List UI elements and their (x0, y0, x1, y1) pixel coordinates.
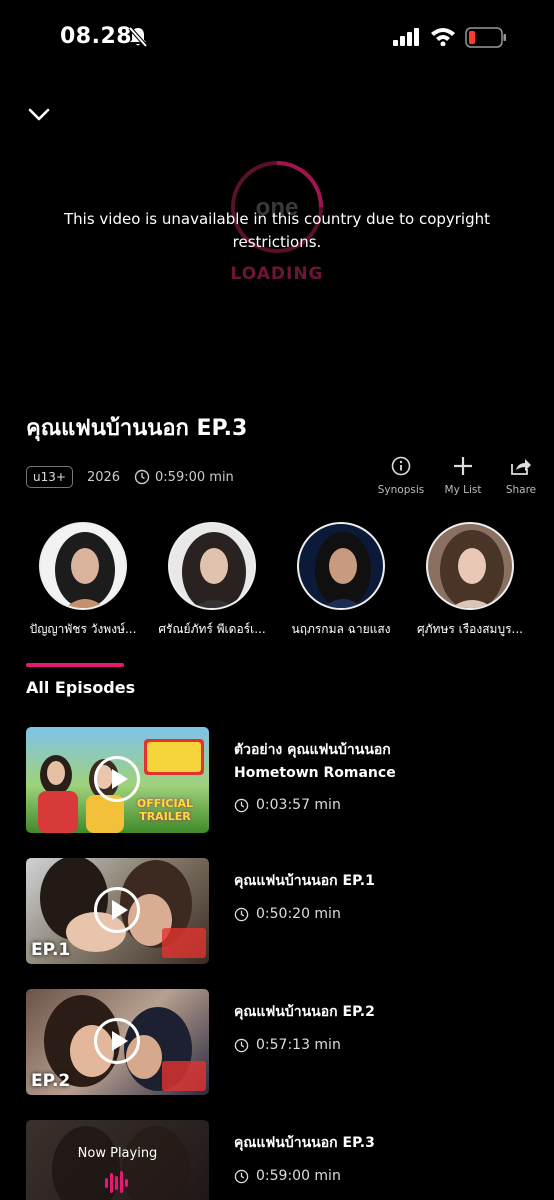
share-icon (511, 459, 531, 475)
section-title[interactable]: All Episodes (26, 678, 135, 697)
share-button[interactable]: Share (486, 455, 554, 496)
episode-item[interactable]: EP.2 คุณแฟนบ้านนอก EP.2 0:57:13 min (26, 989, 536, 1095)
clock-icon (134, 469, 150, 485)
avatar (297, 522, 385, 610)
episode-thumbnail: Now Playing (26, 1120, 209, 1200)
episode-item[interactable]: EP.1 คุณแฟนบ้านนอก EP.1 0:50:20 min (26, 858, 536, 964)
episode-duration: 0:57:13 min (234, 1037, 341, 1053)
unavailable-message: This video is unavailable in this countr… (63, 210, 491, 251)
signal-icon (393, 28, 419, 46)
cast-member[interactable]: นฤภรกมล ฉายแสง (276, 522, 406, 639)
cast-name: นฤภรกมล ฉายแสง (291, 622, 391, 636)
bell-off-icon (128, 26, 148, 48)
episode-duration-text: 0:57:13 min (256, 1037, 341, 1053)
episode-title: คุณแฟนบ้านนอก EP.3 (234, 1135, 375, 1151)
episode-item[interactable]: OFFICIAL TRAILER ตัวอย่าง คุณแฟนบ้านนอก … (26, 727, 536, 833)
avatar (426, 522, 514, 610)
page-title: คุณแฟนบ้านนอก EP.3 (26, 416, 248, 441)
episode-duration: 0:50:20 min (234, 906, 341, 922)
clock-icon (234, 798, 249, 812)
status-time: 08.28 (60, 24, 133, 49)
cast-name: ศรัณย์ภัทร์ พีเดอร์เ... (158, 622, 266, 636)
tab-indicator (26, 663, 124, 667)
episode-title: ตัวอย่าง คุณแฟนบ้านนอก Hometown Romance (234, 739, 396, 785)
clock-icon (234, 907, 249, 921)
episode-subtitle: Hometown Romance (234, 765, 396, 781)
wifi-icon (431, 28, 455, 46)
episode-duration: 0:59:00 min (234, 1168, 341, 1184)
share-label: Share (505, 484, 537, 496)
info-icon (391, 456, 411, 476)
now-playing-label: Now Playing (77, 1146, 158, 1161)
episode-title-line: ตัวอย่าง คุณแฟนบ้านนอก (234, 742, 391, 758)
equalizer-icon (105, 1171, 128, 1193)
cast-name: ปัญญาพัชร วังพงษ์... (29, 622, 137, 636)
episode-duration-text: 0:50:20 min (256, 906, 341, 922)
synopsis-button[interactable]: Synopsis (366, 455, 436, 496)
chevron-down-icon[interactable] (26, 104, 52, 124)
cast-carousel[interactable]: ปัญญาพัชร วังพงษ์... ศรัณย์ภัทร์ พีเดอร์… (0, 522, 554, 642)
rating-badge: u13+ (26, 466, 73, 488)
episode-duration: 0:03:57 min (234, 797, 341, 813)
episode-title: คุณแฟนบ้านนอก EP.2 (234, 1004, 375, 1020)
plus-icon (454, 457, 472, 475)
episode-thumbnail: EP.1 (26, 858, 209, 964)
avatar (168, 522, 256, 610)
episode-badge: EP.2 (31, 1071, 71, 1091)
episode-item[interactable]: Now Playing คุณแฟนบ้านนอก EP.3 0:59:00 m… (26, 1120, 536, 1200)
play-icon (94, 756, 140, 802)
release-year: 2026 (86, 469, 121, 485)
play-icon (94, 1018, 140, 1064)
clock-icon (234, 1038, 249, 1052)
episode-duration-text: 0:03:57 min (256, 797, 341, 813)
episode-title: คุณแฟนบ้านนอก EP.1 (234, 873, 375, 889)
episode-duration-text: 0:59:00 min (256, 1168, 341, 1184)
episode-badge: EP.1 (31, 940, 71, 960)
episode-thumbnail: EP.2 (26, 989, 209, 1095)
cast-member[interactable]: ศุภัทษร เรืองสมบูร... (405, 522, 535, 639)
play-icon (94, 887, 140, 933)
thumbnail-caption: OFFICIAL TRAILER (136, 797, 194, 823)
meta-row: u13+ 2026 0:59:00 min (26, 464, 234, 490)
avatar (39, 522, 127, 610)
video-player[interactable]: one LOADING This video is unavailable in… (0, 76, 554, 384)
synopsis-label: Synopsis (377, 484, 425, 496)
cast-name: ศุภัทษร เรืองสมบูร... (417, 622, 523, 636)
status-bar: 08.28 (0, 0, 554, 76)
episode-thumbnail: OFFICIAL TRAILER (26, 727, 209, 833)
duration: 0:59:00 min (155, 469, 234, 485)
loading-text: LOADING (230, 264, 324, 284)
cast-member[interactable]: ศรัณย์ภัทร์ พีเดอร์เ... (147, 522, 277, 639)
clock-icon (234, 1169, 249, 1183)
battery-icon (465, 27, 506, 48)
cast-member[interactable]: ปัญญาพัชร วังพงษ์... (18, 522, 148, 639)
